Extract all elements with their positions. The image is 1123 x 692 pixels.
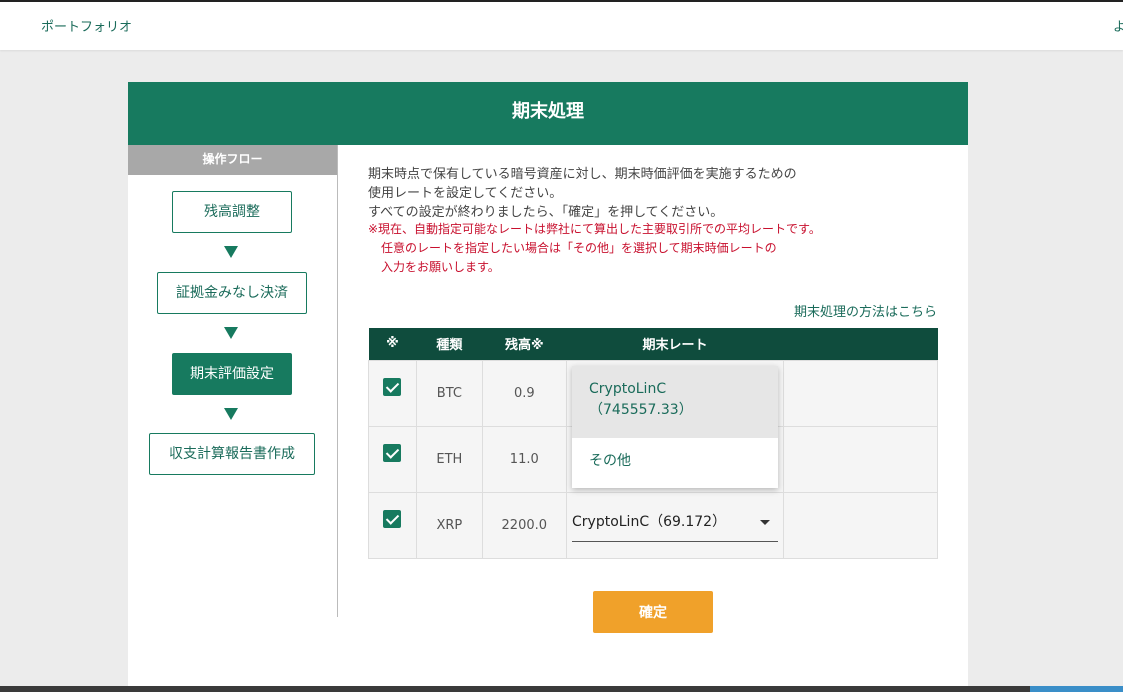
step-balance-adjustment[interactable]: 残高調整 [172,191,292,233]
bottom-bar-accent [1030,686,1123,692]
column-header-extra [783,328,938,360]
chevron-down-icon [760,520,770,525]
bottom-bar [0,686,1123,692]
rate-note: ※現在、自動指定可能なレートは弊社にて算出した主要取引所での平均レートです。 任… [368,222,821,274]
rate-dropdown-menu: CryptoLinC （745557.33） その他 [572,366,778,488]
sidebar-title: 操作フロー [128,145,337,175]
top-navigation-bar: ポートフォリオ よ [0,0,1123,50]
column-header-balance: 残高※ [482,328,567,360]
step-income-report[interactable]: 収支計算報告書作成 [149,433,315,475]
asset-balance: 2200.0 [481,491,567,559]
closing-process-panel: 期末処理 操作フロー 残高調整 証拠金みなし決済 期末評価設定 収支計算報告書作… [128,82,968,692]
column-header-check: ※ [368,328,417,360]
flow-arrow-icon [224,408,238,420]
asset-type: ETH [415,425,483,493]
step-margin-settlement[interactable]: 証拠金みなし決済 [157,272,307,314]
step-period-end-valuation[interactable]: 期末評価設定 [172,353,292,395]
column-header-type: 種類 [416,328,483,360]
flow-arrow-icon [224,246,238,258]
table-header-row: ※ 種類 残高※ 期末レート [368,328,938,360]
operation-flow-sidebar: 操作フロー 残高調整 証拠金みなし決済 期末評価設定 収支計算報告書作成 [128,145,338,617]
asset-type: BTC [415,359,483,427]
confirm-button[interactable]: 確定 [593,591,713,633]
instruction-text: 期末時点で保有している暗号資産に対し、期末時価評価を実施するための 使用レートを… [368,167,797,220]
nav-link-user[interactable]: よ [1113,16,1123,35]
howto-link[interactable]: 期末処理の方法はこちら [794,301,937,320]
row-checkbox[interactable] [383,510,402,528]
asset-balance: 11.0 [481,425,567,493]
nav-link-portfolio[interactable]: ポートフォリオ [41,16,132,35]
page-title: 期末処理 [128,82,968,145]
rate-select-xrp[interactable]: CryptoLinC（69.172） [572,508,778,542]
column-header-rate: 期末レート [566,328,784,360]
flow-arrow-icon [224,327,238,339]
dropdown-option-other[interactable]: その他 [572,438,778,488]
dropdown-option-cryptolinc[interactable]: CryptoLinC （745557.33） [572,366,778,438]
asset-type: XRP [415,491,483,559]
row-checkbox[interactable] [383,378,402,396]
asset-balance: 0.9 [481,359,567,427]
row-checkbox[interactable] [383,444,402,462]
